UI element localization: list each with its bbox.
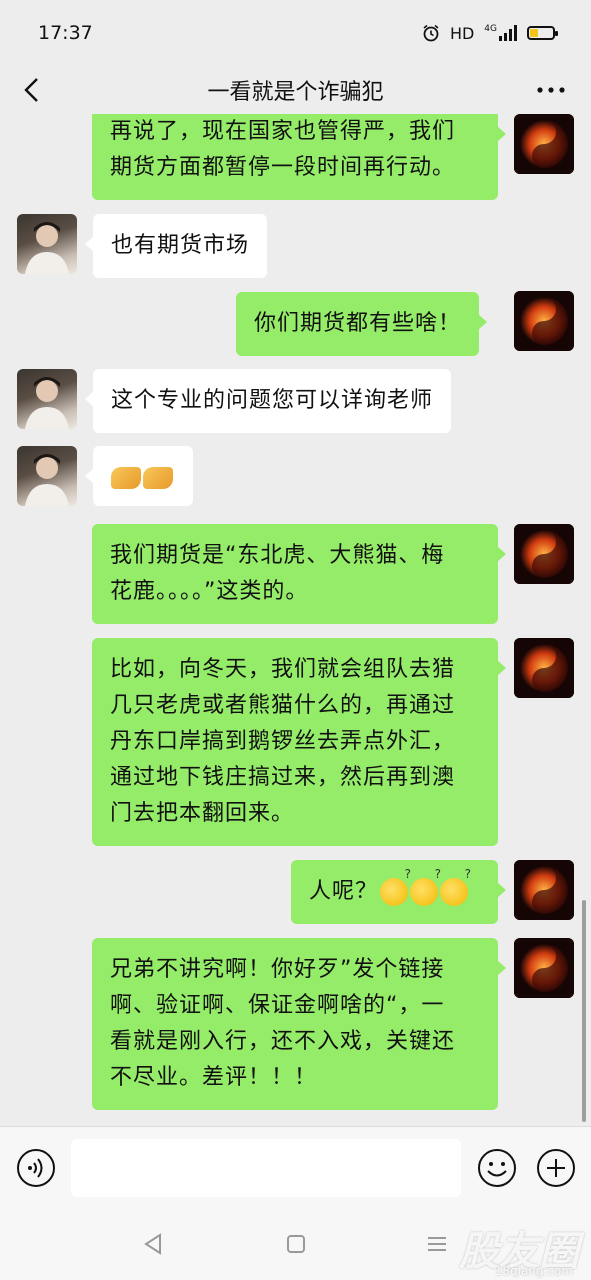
my-avatar[interactable] <box>514 291 574 351</box>
back-button[interactable] <box>16 74 48 106</box>
yin-yang-fire-icon <box>514 638 574 698</box>
message-line: 几只老虎或者熊猫什么的，再通过 <box>110 693 456 718</box>
person-photo <box>25 222 69 274</box>
nav-back-button[interactable] <box>140 1230 168 1258</box>
chat-message-list[interactable]: 再说了，现在国家也管得严，我们 期货方面都暂停一段时间再行动。 也有期货市场 你… <box>0 114 591 1126</box>
emoji-button[interactable] <box>477 1148 517 1188</box>
chat-title: 一看就是个诈骗犯 <box>207 80 384 105</box>
yin-yang-fire-icon <box>514 860 574 920</box>
yin-yang-fire-icon <box>514 524 574 584</box>
chat-header: 一看就是个诈骗犯 <box>0 66 591 114</box>
message-bubble[interactable]: 你们期货都有些啥！ <box>236 292 488 356</box>
message-line: 看就是刚入行，还不入戏，关键还 <box>110 1029 456 1054</box>
triangle-back-icon <box>144 1233 161 1255</box>
more-functions-button[interactable] <box>536 1148 576 1188</box>
smiley-icon <box>478 1149 516 1187</box>
message-line: 啊、验证啊、保证金啊啥的“，一 <box>110 993 445 1018</box>
message-bubble[interactable]: 也有期货市场 <box>84 214 268 278</box>
status-icons: HD 4G <box>422 23 558 43</box>
my-avatar[interactable] <box>514 638 574 698</box>
contact-avatar[interactable] <box>17 446 77 506</box>
message-line: 不尽业。差评！！！ <box>110 1065 318 1090</box>
my-avatar[interactable] <box>514 938 574 998</box>
message-line: 我们期货是“东北虎、大熊猫、梅 <box>110 543 445 568</box>
nav-home-button[interactable] <box>282 1230 310 1258</box>
confused-emoji <box>410 868 442 906</box>
message-input[interactable] <box>71 1139 461 1197</box>
my-avatar[interactable] <box>514 114 574 174</box>
message-bubble[interactable] <box>85 446 193 506</box>
input-bar <box>0 1126 591 1208</box>
watermark-url: 18qiang.com <box>494 1264 573 1278</box>
message-text: 人呢？ <box>309 879 379 904</box>
more-button[interactable] <box>533 74 569 106</box>
nav-menu-button[interactable] <box>423 1230 451 1258</box>
menu-lines-icon <box>428 1237 446 1251</box>
confused-emoji <box>440 868 472 906</box>
message-line: 你们期货都有些啥！ <box>254 311 462 336</box>
handshake-emoji <box>143 467 173 489</box>
message-line: 花鹿。。。。”这类的。 <box>110 579 309 604</box>
yin-yang-fire-icon <box>514 291 574 351</box>
message-bubble[interactable]: 人呢？ <box>291 860 506 924</box>
message-bubble[interactable]: 这个专业的问题您可以详询老师 <box>84 369 452 433</box>
more-dots-icon <box>537 87 565 93</box>
status-time: 17:37 <box>38 22 93 44</box>
hd-label: HD <box>449 23 475 43</box>
person-photo <box>25 377 69 429</box>
scrollbar[interactable] <box>582 900 586 1122</box>
message-line: 比如，向冬天，我们就会组队去猎 <box>110 657 456 682</box>
message-bubble[interactable]: 再说了，现在国家也管得严，我们 期货方面都暂停一段时间再行动。 <box>92 114 506 200</box>
status-bar: 17:37 HD 4G <box>0 0 591 66</box>
message-line: 兄弟不讲究啊！你好歹”发个链接 <box>110 957 445 982</box>
person-photo <box>25 454 69 506</box>
yin-yang-fire-icon <box>514 938 574 998</box>
message-line: 门去把本翻回来。 <box>110 801 295 826</box>
message-bubble[interactable]: 我们期货是“东北虎、大熊猫、梅 花鹿。。。。”这类的。 <box>92 524 506 624</box>
contact-avatar[interactable] <box>17 369 77 429</box>
message-bubble[interactable]: 比如，向冬天，我们就会组队去猎 几只老虎或者熊猫什么的，再通过 丹东口岸搞到鹅锣… <box>92 638 506 846</box>
my-avatar[interactable] <box>514 860 574 920</box>
message-line: 再说了，现在国家也管得严，我们 <box>110 119 456 144</box>
alarm-icon <box>423 24 439 42</box>
system-nav-bar: 股友圈 18qiang.com <box>0 1208 591 1280</box>
voice-icon <box>17 1149 55 1187</box>
chevron-left-icon <box>24 78 38 102</box>
voice-button[interactable] <box>16 1148 56 1188</box>
message-bubble[interactable]: 兄弟不讲究啊！你好歹”发个链接 啊、验证啊、保证金啊啥的“，一 看就是刚入行，还… <box>92 938 506 1110</box>
plus-circle-icon <box>537 1149 575 1187</box>
square-home-icon <box>287 1235 305 1253</box>
message-line: 期货方面都暂停一段时间再行动。 <box>110 155 456 180</box>
battery-icon <box>527 26 558 40</box>
network-label: 4G <box>484 23 497 34</box>
yin-yang-fire-icon <box>514 114 574 174</box>
my-avatar[interactable] <box>514 524 574 584</box>
contact-avatar[interactable] <box>17 214 77 274</box>
message-line: 丹东口岸搞到鹅锣丝去弄点外汇， <box>110 729 456 754</box>
handshake-emoji <box>111 467 141 489</box>
confused-emoji <box>380 868 412 906</box>
message-line: 这个专业的问题您可以详询老师 <box>111 388 434 413</box>
message-line: 通过地下钱庄搞过来，然后再到澳 <box>110 765 456 790</box>
signal-icon <box>499 25 517 41</box>
message-line: 也有期货市场 <box>111 233 250 258</box>
